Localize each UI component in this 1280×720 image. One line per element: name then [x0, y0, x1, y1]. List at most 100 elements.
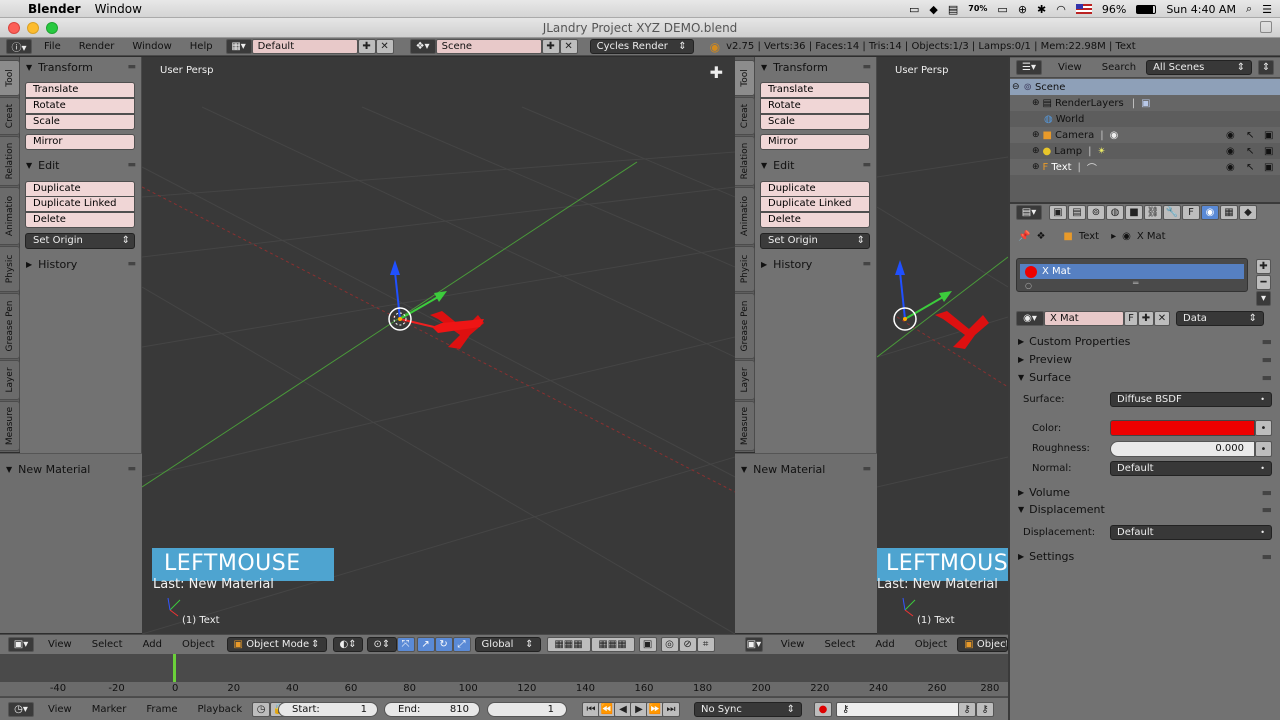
set-origin-menu[interactable]: Set Origin ⇕: [25, 233, 135, 249]
manipulator-toggle-icon[interactable]: ⤧: [396, 637, 415, 652]
fullscreen-icon[interactable]: [1260, 21, 1272, 33]
modifiers-tab-icon[interactable]: 🔧: [1163, 205, 1181, 220]
outliner-row-camera[interactable]: ⊕ ■ Camera | ◉ ◉ ↖ ▣: [1010, 127, 1280, 143]
close-window-button[interactable]: [8, 22, 20, 34]
bluetooth-icon[interactable]: ✱: [1037, 3, 1046, 16]
section-custom-properties[interactable]: ▶ Custom Properties ▬: [1010, 333, 1278, 350]
surface-shader-select[interactable]: Diffuse BSDF •: [1110, 392, 1272, 407]
mirror-button[interactable]: Mirror: [25, 134, 135, 150]
start-frame-field[interactable]: Start: 1: [278, 702, 378, 717]
keying-set-field[interactable]: ⚷: [836, 702, 960, 717]
screen-layout-icon[interactable]: ▦▾: [225, 39, 252, 54]
tab-physics-right[interactable]: Physic: [735, 246, 755, 292]
panel-transform-header-right[interactable]: ▼ Transform ▬: [755, 59, 877, 75]
material-link-icon[interactable]: ⌒: [1087, 160, 1097, 175]
panel-new-material-header[interactable]: ▼ New Material ▬: [0, 461, 142, 477]
viewport-3d-left[interactable]: User Persp ✚ LEFTMOUSE Last: New Materia…: [142, 57, 735, 634]
object-tab-icon[interactable]: ■: [1125, 205, 1143, 220]
tab-tool-right[interactable]: Tool: [735, 60, 755, 96]
unlink-material-button[interactable]: ✕: [1154, 310, 1170, 326]
timeline-keyframe-area[interactable]: [0, 654, 1008, 682]
material-slot-list[interactable]: X Mat ○ ═: [1016, 258, 1248, 292]
flag-icon[interactable]: [1075, 4, 1092, 14]
remove-layout-icon[interactable]: ✕: [375, 39, 394, 54]
view3d-menu-object[interactable]: Object: [182, 639, 215, 650]
mode-select[interactable]: ▣ Object Mode ⇕: [226, 637, 327, 652]
translate-button[interactable]: Translate: [25, 82, 135, 98]
spotlight-icon[interactable]: ⌕: [1246, 2, 1252, 16]
view3d-menu-add[interactable]: Add: [143, 639, 162, 650]
color-link-button[interactable]: •: [1255, 420, 1272, 436]
screen-icon[interactable]: ▭: [909, 3, 919, 16]
drag-grip-icon[interactable]: ▬: [1262, 550, 1272, 563]
insert-key-icon[interactable]: ⚷: [958, 702, 976, 717]
mode-select-right[interactable]: ▣ Object M: [957, 637, 1008, 652]
editor-type-info-icon[interactable]: ⓘ▾: [6, 39, 32, 54]
visibility-eye-icon[interactable]: ◉: [1226, 130, 1235, 141]
link-select[interactable]: Data ⇕: [1176, 310, 1264, 326]
layer-lock-icon[interactable]: ▣: [638, 637, 657, 652]
material-tab-icon[interactable]: ◉: [1201, 205, 1219, 220]
section-volume[interactable]: ▶ Volume ▬: [1010, 484, 1278, 501]
material-name-field[interactable]: X Mat: [1044, 310, 1124, 326]
outliner-row-scene[interactable]: ⊖ ⊚ Scene: [1010, 79, 1280, 95]
translate-manip-icon[interactable]: ↗: [416, 637, 435, 652]
scale-button-right[interactable]: Scale: [760, 114, 870, 130]
window-menu[interactable]: Window: [95, 2, 142, 16]
editor-type-timeline-icon[interactable]: ◷▾: [8, 701, 34, 717]
panel-edit-header-right[interactable]: ▼ Edit ▬: [755, 157, 877, 173]
view3d-menu-select-right[interactable]: Select: [824, 639, 855, 650]
rotate-button-right[interactable]: Rotate: [760, 98, 870, 114]
tab-measure[interactable]: Measure: [0, 401, 20, 451]
render-layers-tab-icon[interactable]: ▤: [1068, 205, 1086, 220]
tab-create-right[interactable]: Creat: [735, 97, 755, 135]
current-frame-field[interactable]: 1: [487, 702, 567, 717]
visibility-eye-icon[interactable]: ◉: [1226, 162, 1235, 173]
scene-field[interactable]: Scene: [435, 39, 542, 54]
tab-layer[interactable]: Layer: [0, 360, 20, 400]
color-swatch[interactable]: [1110, 420, 1255, 436]
tab-grease-pencil-right[interactable]: Grease Pen: [735, 293, 755, 359]
menu-help[interactable]: Help: [190, 41, 213, 52]
tab-animation[interactable]: Animatio: [0, 187, 20, 245]
view3d-menu-object-right[interactable]: Object: [915, 639, 948, 650]
tab-layer-right[interactable]: Layer: [735, 360, 755, 400]
section-preview[interactable]: ▶ Preview ▬: [1010, 351, 1278, 368]
render-layer-icon[interactable]: ▣: [1141, 98, 1150, 109]
lamp-data-icon[interactable]: ✴: [1097, 146, 1105, 157]
remove-scene-icon[interactable]: ✕: [559, 39, 578, 54]
view3d-menu-add-right[interactable]: Add: [875, 639, 894, 650]
rotate-button[interactable]: Rotate: [25, 98, 135, 114]
normal-select[interactable]: Default •: [1110, 461, 1272, 476]
timeline-menu-playback[interactable]: Playback: [197, 704, 242, 715]
remove-slot-button[interactable]: ━: [1256, 275, 1271, 290]
new-material-button[interactable]: ✚: [1138, 310, 1154, 326]
battery-icon[interactable]: [1136, 4, 1157, 14]
texture-tab-icon[interactable]: ▦: [1220, 205, 1238, 220]
wifi-icon[interactable]: ◠: [1056, 3, 1066, 16]
slot-specials-button[interactable]: ▾: [1256, 291, 1271, 306]
drag-grip-icon[interactable]: ▬: [862, 259, 871, 269]
panel-edit-header[interactable]: ▼ Edit ▬: [20, 157, 142, 173]
current-frame-indicator[interactable]: [173, 654, 176, 684]
viewport-shading-select[interactable]: ◐⇕: [332, 637, 363, 652]
delete-button-right[interactable]: Delete: [760, 212, 870, 228]
duplicate-button-right[interactable]: Duplicate: [760, 181, 870, 197]
menu-icon[interactable]: ▤: [948, 3, 958, 16]
drag-grip-icon[interactable]: ▬: [127, 259, 136, 269]
scene-tab-icon[interactable]: ⊚: [1087, 205, 1105, 220]
rotate-manip-icon[interactable]: ↻: [434, 637, 453, 652]
drag-grip-icon[interactable]: ▬: [862, 160, 871, 170]
tab-relations-right[interactable]: Relation: [735, 136, 755, 186]
duplicate-linked-button[interactable]: Duplicate Linked: [25, 196, 135, 212]
data-tab-icon[interactable]: F: [1182, 205, 1200, 220]
drag-grip-icon[interactable]: ▬: [127, 62, 136, 72]
expand-icon[interactable]: ⊕: [1032, 130, 1040, 140]
outliner-menu-search[interactable]: Search: [1102, 62, 1136, 73]
select-cursor-icon[interactable]: ↖: [1246, 130, 1254, 141]
tab-create[interactable]: Creat: [0, 97, 20, 135]
mirror-button-right[interactable]: Mirror: [760, 134, 870, 150]
timeline-menu-frame[interactable]: Frame: [146, 704, 177, 715]
world-tab-icon[interactable]: ◍: [1106, 205, 1124, 220]
end-frame-field[interactable]: End: 810: [384, 702, 480, 717]
